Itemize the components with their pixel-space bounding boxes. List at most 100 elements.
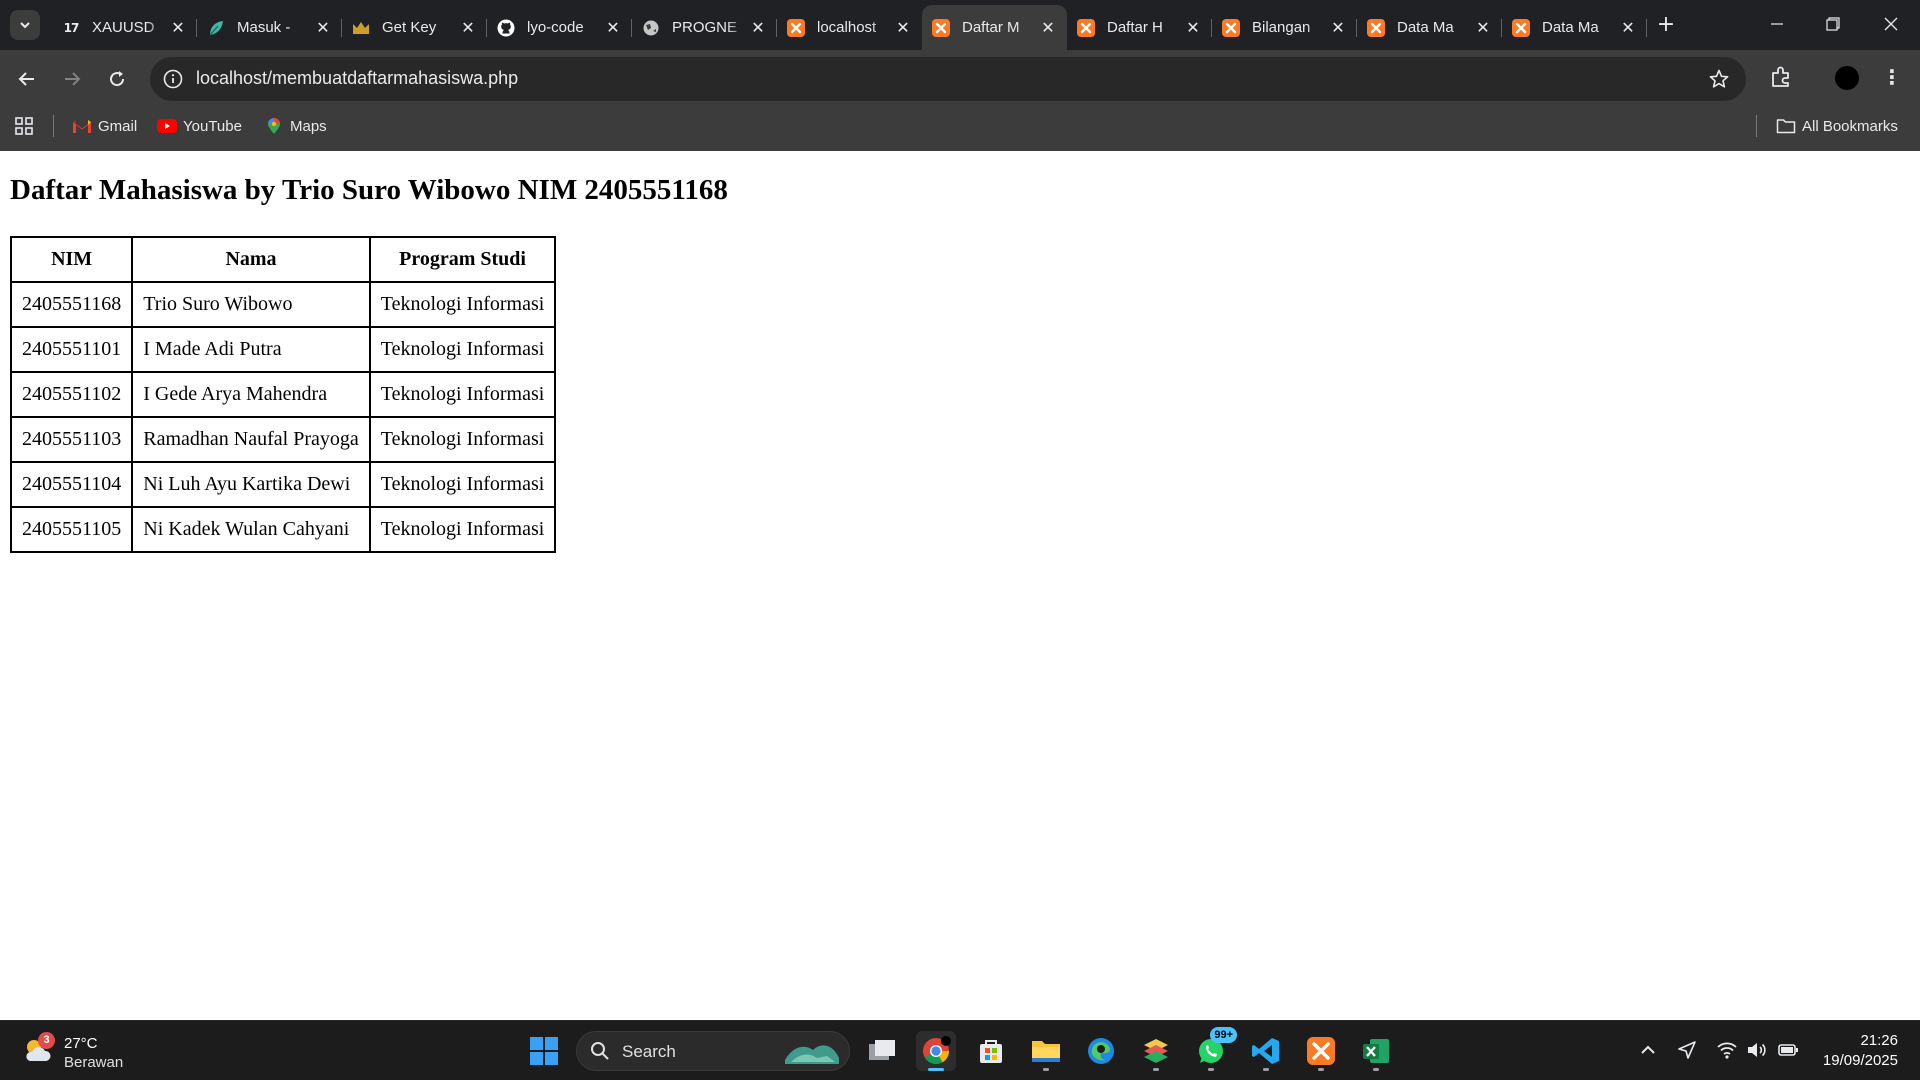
extensions-icon[interactable] <box>1768 64 1794 90</box>
minimize-button[interactable] <box>1752 6 1802 42</box>
close-icon[interactable]: ✕ <box>604 18 622 37</box>
weather-condition: Berawan <box>64 1054 124 1071</box>
tab-6[interactable]: localhost ✕ <box>777 5 922 50</box>
xampp-icon <box>1367 18 1385 37</box>
taskbar-app-file-explorer[interactable] <box>1026 1031 1066 1071</box>
search-label: Search <box>622 1042 676 1061</box>
microsoft-store-icon <box>980 1040 1002 1063</box>
tab-list: 17 XAUUSD ✕ Masuk - ✕ Get Key ✕ lyo-code ✕ PROGN… <box>52 5 1647 50</box>
close-icon[interactable]: ✕ <box>1619 18 1637 37</box>
close-icon[interactable]: ✕ <box>459 18 477 37</box>
tab-8[interactable]: Daftar H ✕ <box>1067 5 1212 50</box>
bookmark-label: Maps <box>290 117 327 135</box>
cell-program-studi: Teknologi Informasi <box>368 371 557 418</box>
tab-5[interactable]: PROGNE ✕ <box>632 5 777 50</box>
all-bookmarks-button[interactable]: All Bookmarks <box>1776 112 1898 140</box>
bookmark-star-icon[interactable] <box>1708 68 1730 90</box>
search-icon <box>591 1042 609 1060</box>
taskbar-app-whatsapp[interactable]: 99+ <box>1191 1027 1237 1071</box>
bookmark-youtube[interactable]: YouTube <box>157 112 242 140</box>
tab-3[interactable]: Get Key ✕ <box>342 5 487 50</box>
excel-icon <box>1363 1039 1389 1063</box>
volume-icon[interactable] <box>1746 1039 1768 1061</box>
tab-title: Daftar H <box>1107 19 1163 36</box>
github-icon <box>497 19 515 37</box>
cell-nim: 2405551103 <box>9 416 134 463</box>
taskbar-app-edge[interactable] <box>1081 1031 1121 1071</box>
taskbar-app-chrome[interactable] <box>916 1031 956 1071</box>
tab-1[interactable]: 17 XAUUSD ✕ <box>52 5 197 50</box>
cell-program-studi: Teknologi Informasi <box>368 461 557 508</box>
cell-nim: 2405551102 <box>9 371 134 418</box>
clock[interactable]: 21:26 19/09/2025 <box>1823 1031 1898 1071</box>
taskbar-app-xampp[interactable] <box>1301 1031 1341 1071</box>
taskbar-app-vscode[interactable] <box>1246 1031 1286 1071</box>
address-bar[interactable]: localhost/membuatdaftarmahasiswa.php <box>150 57 1746 101</box>
back-button[interactable] <box>12 64 42 94</box>
battery-icon[interactable] <box>1777 1039 1799 1061</box>
tab-title: Get Key <box>382 19 437 36</box>
new-tab-button[interactable]: + <box>1652 11 1680 39</box>
close-icon[interactable]: ✕ <box>314 18 332 37</box>
globe-icon <box>642 19 660 37</box>
site-info-icon[interactable] <box>162 68 184 90</box>
cell-nama: Ramadhan Naufal Prayoga <box>131 416 371 463</box>
location-arrow-icon[interactable] <box>1676 1039 1698 1061</box>
cell-nim: 2405551168 <box>9 281 134 328</box>
xampp-icon <box>932 18 950 37</box>
taskbar-app-bluestacks[interactable] <box>1136 1031 1176 1071</box>
cell-program-studi: Teknologi Informasi <box>368 281 557 328</box>
reload-button[interactable] <box>102 64 132 94</box>
youtube-icon <box>157 118 177 134</box>
cell-nama: Trio Suro Wibowo <box>131 281 371 328</box>
close-icon[interactable]: ✕ <box>749 18 767 37</box>
taskbar-app-excel[interactable] <box>1356 1031 1396 1071</box>
windows-logo-icon <box>530 1037 558 1065</box>
close-icon[interactable]: ✕ <box>1039 18 1057 37</box>
xampp-icon <box>1512 18 1530 37</box>
minimize-icon <box>1771 23 1783 25</box>
forward-button[interactable] <box>57 64 87 94</box>
tab-2[interactable]: Masuk - ✕ <box>197 5 342 50</box>
bookmarks-divider <box>1756 115 1757 137</box>
tab-4[interactable]: lyo-code ✕ <box>487 5 632 50</box>
xampp-icon <box>1307 1037 1335 1065</box>
tab-search-button[interactable] <box>10 10 40 40</box>
taskbar-app-store[interactable] <box>971 1031 1011 1071</box>
bookmark-gmail[interactable]: Gmail <box>72 112 137 140</box>
close-window-button[interactable] <box>1866 6 1916 42</box>
weather-widget[interactable]: 3 27°C Berawan <box>18 1029 158 1073</box>
tab-7[interactable]: Daftar M ✕ <box>922 5 1067 50</box>
all-bookmarks-label: All Bookmarks <box>1802 117 1898 135</box>
reload-icon <box>110 71 125 87</box>
tab-title: lyo-code <box>527 19 584 36</box>
task-view-icon <box>869 1040 895 1060</box>
wifi-icon[interactable] <box>1716 1039 1738 1061</box>
close-icon[interactable]: ✕ <box>894 18 912 37</box>
tab-title: localhost <box>817 19 877 36</box>
apps-grid-icon[interactable] <box>14 116 34 136</box>
taskbar-search[interactable]: Search <box>576 1031 850 1071</box>
restore-button[interactable] <box>1808 6 1858 42</box>
chevron-up-icon[interactable] <box>1637 1039 1659 1061</box>
tab-9[interactable]: Bilangan ✕ <box>1212 5 1357 50</box>
close-icon[interactable]: ✕ <box>169 18 187 37</box>
key-icon <box>352 19 370 37</box>
arrow-right-icon <box>65 72 81 86</box>
task-view-button[interactable] <box>862 1031 902 1071</box>
bookmark-maps[interactable]: Maps <box>264 112 327 140</box>
table-row: 2405551104 Ni Luh Ayu Kartika Dewi Tekno… <box>9 461 557 508</box>
close-icon[interactable]: ✕ <box>1329 18 1347 37</box>
more-menu-icon[interactable]: ⋮ <box>1882 64 1902 90</box>
cell-nim: 2405551104 <box>9 461 134 508</box>
tab-title: PROGNE <box>672 19 738 36</box>
table-row: 2405551101 I Made Adi Putra Teknologi In… <box>9 326 557 373</box>
start-button[interactable] <box>524 1031 564 1071</box>
close-icon[interactable]: ✕ <box>1474 18 1492 37</box>
profile-avatar[interactable] <box>1835 66 1859 90</box>
url-text[interactable]: localhost/membuatdaftarmahasiswa.php <box>196 68 518 89</box>
close-icon[interactable]: ✕ <box>1184 18 1202 37</box>
weather-badge: 3 <box>38 1032 55 1049</box>
tab-10[interactable]: Data Ma ✕ <box>1357 5 1502 50</box>
tab-11[interactable]: Data Ma ✕ <box>1502 5 1647 50</box>
